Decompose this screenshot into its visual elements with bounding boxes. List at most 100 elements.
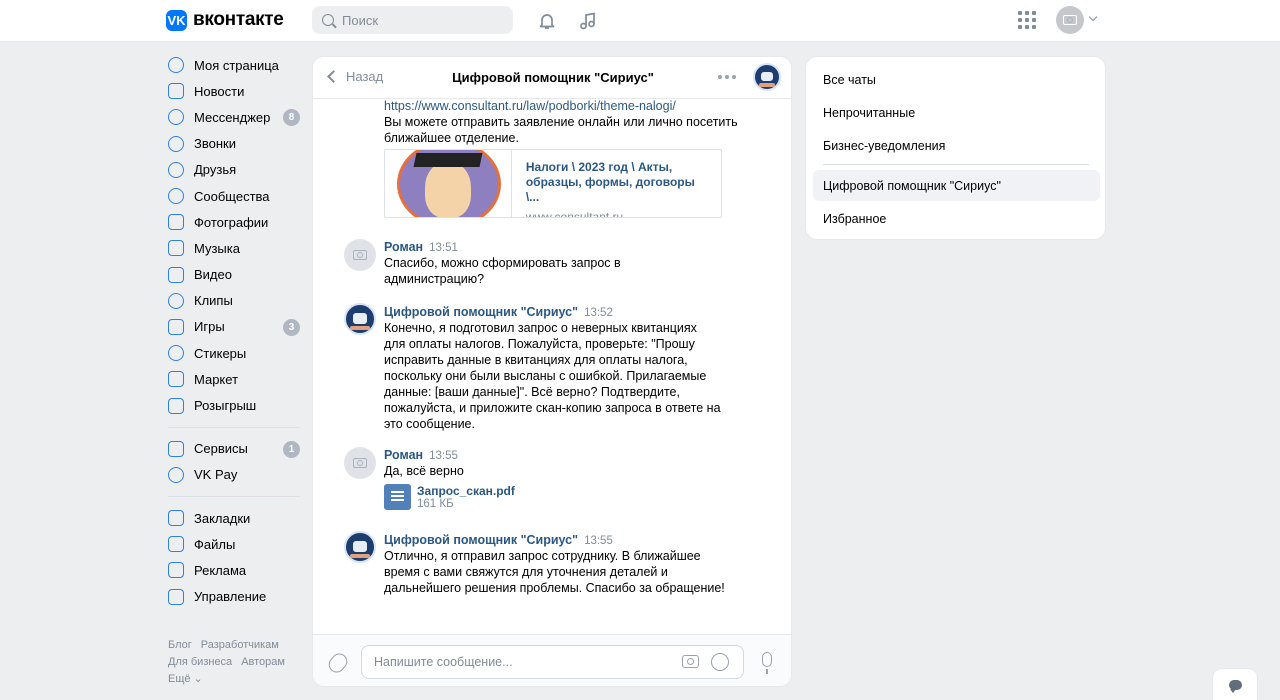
apps-grid-icon[interactable] <box>1018 11 1036 29</box>
message-author[interactable]: Роман 13:51 <box>384 240 458 254</box>
emoji-icon[interactable] <box>711 653 729 671</box>
stickers-icon <box>168 345 184 362</box>
document-icon[interactable] <box>384 484 411 510</box>
footer-link-devs[interactable]: Разработчикам <box>201 639 279 651</box>
more-icon[interactable] <box>718 75 736 79</box>
chat-bubble-button[interactable] <box>1212 668 1258 700</box>
nav-ads[interactable]: Реклама <box>163 557 308 583</box>
link-preview-domain: www.consultant.ru <box>525 210 624 218</box>
message-time: 13:52 <box>584 307 613 319</box>
nav-label: Мессенджер <box>194 109 271 125</box>
nav-clips[interactable]: Клипы <box>163 288 308 314</box>
vk-logo-text: вконтакте <box>193 9 284 30</box>
avatar[interactable] <box>344 447 376 479</box>
message-text-line: Вы можете отправить заявление онлайн или… <box>384 115 738 129</box>
nav-communities[interactable]: Сообщества <box>163 183 308 209</box>
nav-friends[interactable]: Друзья <box>163 157 308 183</box>
nav-video[interactable]: Видео <box>163 262 308 288</box>
chat-avatar[interactable] <box>753 63 781 91</box>
services-icon <box>168 440 184 457</box>
chevron-down-icon[interactable] <box>1088 12 1098 22</box>
avatar[interactable] <box>344 239 376 271</box>
message-text-line: данные: [ваши данные]". Всё верно? Подтв… <box>384 385 680 399</box>
nav-market[interactable]: Маркет <box>163 366 308 392</box>
link-preview-card[interactable]: Налоги \ 2023 год \ Акты, образцы, формы… <box>384 149 722 218</box>
microphone-icon[interactable] <box>762 652 772 674</box>
clips-icon <box>168 292 184 309</box>
message-time: 13:55 <box>429 450 458 462</box>
chevron-left-icon <box>327 70 340 83</box>
message-history[interactable]: https://www.consultant.ru/law/podborki/t… <box>313 99 791 634</box>
message-input-box[interactable] <box>361 645 744 679</box>
nav-stickers[interactable]: Стикеры <box>163 340 308 366</box>
nav-manage[interactable]: Управление <box>163 584 308 610</box>
music-icon[interactable] <box>576 9 600 33</box>
message-time: 13:55 <box>584 535 613 547</box>
vk-logo[interactable]: VK вконтакте <box>166 9 284 31</box>
nav-vkpay[interactable]: VK Pay <box>163 462 308 488</box>
nav-divider <box>168 426 300 428</box>
nav-files[interactable]: Файлы <box>163 531 308 557</box>
paperclip-icon[interactable] <box>325 650 351 676</box>
message-author[interactable]: Цифровой помощник "Сириус" 13:55 <box>384 533 613 547</box>
filter-favorites[interactable]: Избранное <box>813 203 1100 234</box>
message-text-line: администрацию? <box>384 272 485 286</box>
nav-label: Клипы <box>194 293 233 309</box>
avatar[interactable] <box>344 303 376 335</box>
search-box[interactable] <box>312 6 513 34</box>
nav-label: Новости <box>194 83 245 99</box>
message-author[interactable]: Цифровой помощник "Сириус" 13:52 <box>384 305 613 319</box>
games-icon <box>168 318 184 335</box>
footer-link-blog[interactable]: Блог <box>168 639 192 651</box>
footer-links: Блог Разработчикам Для бизнеса Авторам Ещё… <box>168 637 308 688</box>
nav-my-page[interactable]: Моя страница <box>163 52 308 78</box>
message-text-line: ближайшее отделение. <box>384 131 519 145</box>
nav-divider <box>168 496 300 497</box>
camera-icon[interactable] <box>682 655 699 668</box>
profile-avatar[interactable] <box>1056 6 1084 34</box>
footer-link-authors[interactable]: Авторам <box>241 656 285 668</box>
attachment-name[interactable]: Запрос_скан.pdf <box>417 484 515 498</box>
left-sidebar: Моя страница Новости Мессенджер 8 Звонки … <box>163 52 308 610</box>
nav-bookmarks[interactable]: Закладки <box>163 505 308 531</box>
footer-link-business[interactable]: Для бизнеса <box>168 656 232 668</box>
back-label: Назад <box>346 69 384 84</box>
chat-item-sirius[interactable]: Цифровой помощник "Сириус" <box>813 170 1100 201</box>
message-input[interactable] <box>374 655 664 669</box>
avatar[interactable] <box>344 531 376 563</box>
nav-music[interactable]: Музыка <box>163 235 308 261</box>
message-text-line: пожалуйста, и приложите скан-копию запро… <box>384 401 721 415</box>
chat-header: Цифровой помощник "Сириус" Назад <box>313 57 791 99</box>
nav-label: Музыка <box>194 240 240 256</box>
message-author[interactable]: Роман 13:55 <box>384 448 458 462</box>
filter-all-chats[interactable]: Все чаты <box>813 64 1100 95</box>
nav-calls[interactable]: Звонки <box>163 131 308 157</box>
search-input[interactable] <box>342 12 492 28</box>
nav-giveaway[interactable]: Розыгрыш <box>163 392 308 418</box>
panel-divider <box>823 164 1089 165</box>
nav-photos[interactable]: Фотографии <box>163 209 308 235</box>
message-text-line: Да, всё верно <box>384 464 464 478</box>
message-link[interactable]: https://www.consultant.ru/law/podborki/t… <box>384 99 676 115</box>
nav-services[interactable]: Сервисы 1 <box>163 436 308 462</box>
footer-link-more[interactable]: Ещё ⌄ <box>168 673 203 685</box>
megaphone-icon <box>168 562 184 579</box>
filter-unread[interactable]: Непрочитанные <box>813 97 1100 128</box>
bell-icon[interactable] <box>535 9 559 33</box>
nav-label: Управление <box>194 589 267 605</box>
back-button[interactable]: Назад <box>325 69 383 84</box>
nav-games[interactable]: Игры 3 <box>163 314 308 340</box>
nav-label: Файлы <box>194 536 236 552</box>
filter-business[interactable]: Бизнес-уведомления <box>813 130 1100 161</box>
nav-messenger[interactable]: Мессенджер 8 <box>163 104 308 130</box>
nav-news[interactable]: Новости <box>163 78 308 104</box>
bookmark-icon <box>168 510 184 527</box>
link-preview-image <box>385 150 512 217</box>
top-header: VK вконтакте <box>0 0 1280 42</box>
file-icon <box>168 536 184 553</box>
nav-label: Сервисы <box>194 441 248 457</box>
services-badge: 1 <box>283 440 300 458</box>
nav-label: Стикеры <box>194 345 247 361</box>
nav-label: Фотографии <box>194 214 269 230</box>
nav-label: Видео <box>194 267 232 283</box>
